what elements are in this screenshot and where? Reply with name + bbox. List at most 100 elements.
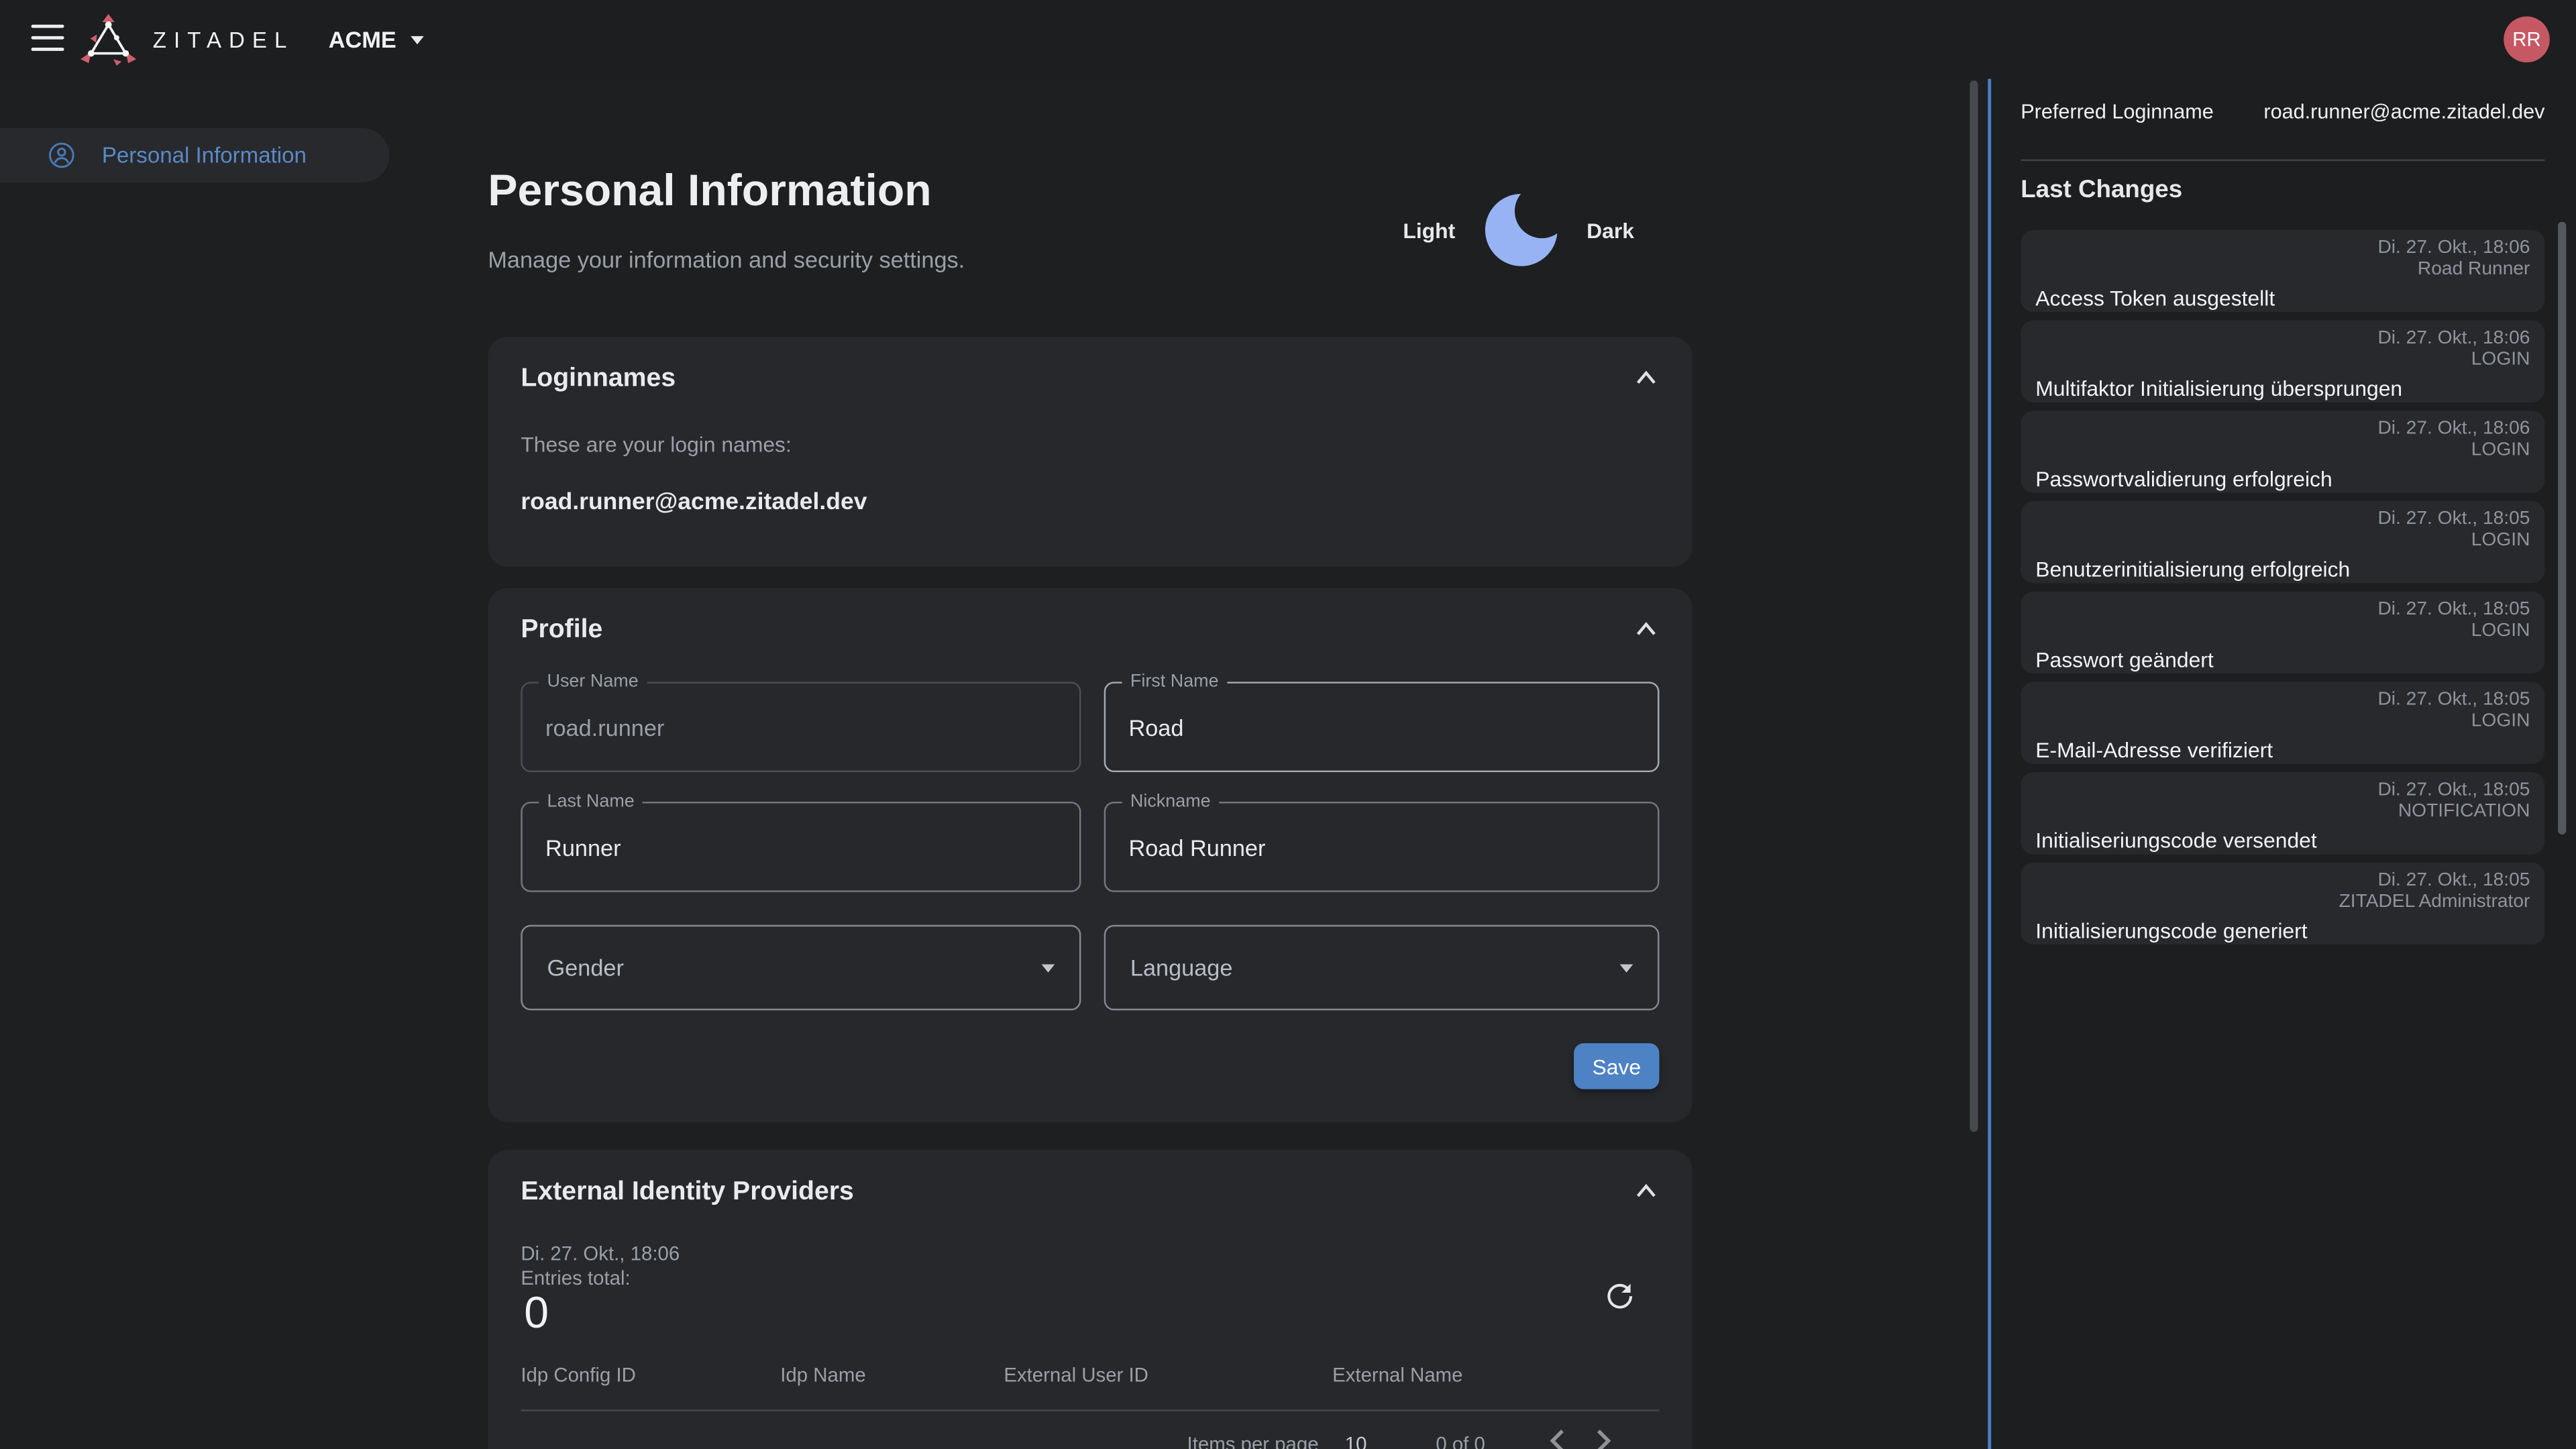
change-list-item[interactable]: Di. 27. Okt., 18:06 LOGIN Multifaktor In… bbox=[2021, 321, 2544, 402]
change-list-item[interactable]: Di. 27. Okt., 18:05 LOGIN E-Mail-Adresse… bbox=[2021, 682, 2544, 763]
refresh-icon bbox=[1603, 1279, 1636, 1312]
top-bar: ZITADEL ACME RR bbox=[0, 0, 2576, 79]
chevron-down-icon bbox=[411, 36, 425, 44]
loginnames-card-title: Loginnames bbox=[521, 365, 676, 394]
nickname-input[interactable] bbox=[1106, 804, 1658, 891]
last-changes-title: Last Changes bbox=[2021, 176, 2182, 204]
change-list-item[interactable]: Di. 27. Okt., 18:05 NOTIFICATION Initial… bbox=[2021, 772, 2544, 854]
moon-icon[interactable] bbox=[1483, 193, 1559, 268]
change-event: E-Mail-Adresse verifiziert bbox=[2035, 738, 2530, 764]
change-event: Access Token ausgestellt bbox=[2035, 286, 2530, 312]
change-event: Multifaktor Initialisierung übersprungen bbox=[2035, 376, 2530, 402]
lastname-label: Last Name bbox=[539, 792, 643, 811]
change-event: Initialisierungscode generiert bbox=[2035, 918, 2530, 945]
zitadel-console: ZITADEL ACME RR Personal Information Per… bbox=[0, 0, 2576, 1449]
sidebar-scrollbar-thumb[interactable] bbox=[2558, 222, 2566, 835]
chevron-up-icon[interactable] bbox=[1635, 621, 1658, 637]
user-detail-sidebar: Preferred Loginname road.runner@acme.zit… bbox=[1988, 79, 2576, 1449]
preferred-loginname-row: Preferred Loginname road.runner@acme.zit… bbox=[2021, 100, 2544, 123]
change-timestamp: Di. 27. Okt., 18:05 bbox=[2035, 690, 2530, 712]
lastname-input[interactable] bbox=[523, 804, 1079, 891]
page-title: Personal Information bbox=[488, 166, 931, 217]
theme-light-label[interactable]: Light bbox=[1403, 217, 1455, 242]
gender-select-label: Gender bbox=[547, 955, 624, 981]
dropdown-arrow-icon bbox=[1042, 963, 1055, 971]
items-per-page-label: Items per page bbox=[1187, 1432, 1319, 1449]
change-list-item[interactable]: Di. 27. Okt., 18:06 Road Runner Access T… bbox=[2021, 230, 2544, 312]
idps-timestamp: Di. 27. Okt., 18:06 bbox=[521, 1242, 680, 1265]
change-actor: NOTIFICATION bbox=[2035, 802, 2530, 823]
change-list-item[interactable]: Di. 27. Okt., 18:05 ZITADEL Administrato… bbox=[2021, 863, 2544, 945]
chevron-right-icon bbox=[1595, 1430, 1611, 1449]
change-actor: LOGIN bbox=[2035, 711, 2530, 733]
gender-select[interactable]: Gender bbox=[521, 925, 1081, 1010]
username-input[interactable] bbox=[523, 684, 1079, 771]
nickname-field-wrap: Nickname bbox=[1104, 802, 1660, 892]
firstname-label: First Name bbox=[1122, 672, 1227, 692]
save-button[interactable]: Save bbox=[1574, 1043, 1659, 1089]
change-actor: LOGIN bbox=[2035, 350, 2530, 372]
preferred-loginname-value: road.runner@acme.zitadel.dev bbox=[2263, 100, 2544, 123]
theme-toggle[interactable]: Light Dark bbox=[1403, 191, 1634, 270]
loginname-value: road.runner@acme.zitadel.dev bbox=[521, 490, 867, 516]
menu-icon[interactable] bbox=[32, 25, 64, 53]
column-header-external-name: External Name bbox=[1332, 1364, 1462, 1387]
change-timestamp: Di. 27. Okt., 18:05 bbox=[2035, 780, 2530, 802]
org-switcher[interactable]: ACME bbox=[329, 0, 425, 79]
org-name: ACME bbox=[329, 26, 396, 52]
change-event: Passwortvalidierung erfolgreich bbox=[2035, 467, 2530, 493]
chevron-up-icon[interactable] bbox=[1635, 370, 1658, 386]
change-actor: Road Runner bbox=[2035, 260, 2530, 281]
avatar-initials: RR bbox=[2512, 28, 2540, 51]
language-select-label: Language bbox=[1130, 955, 1233, 981]
column-header-idp-config-id: Idp Config ID bbox=[521, 1364, 636, 1387]
change-timestamp: Di. 27. Okt., 18:06 bbox=[2035, 419, 2530, 440]
loginnames-card: Loginnames These are your login names: r… bbox=[488, 337, 1692, 567]
change-timestamp: Di. 27. Okt., 18:05 bbox=[2035, 600, 2530, 621]
language-select[interactable]: Language bbox=[1104, 925, 1660, 1010]
preferred-loginname-label: Preferred Loginname bbox=[2021, 100, 2214, 123]
page-size-select[interactable]: 10 bbox=[1345, 1432, 1367, 1449]
change-timestamp: Di. 27. Okt., 18:05 bbox=[2035, 871, 2530, 892]
entries-total-value: 0 bbox=[524, 1288, 549, 1339]
change-actor: LOGIN bbox=[2035, 531, 2530, 552]
next-page-button[interactable] bbox=[1595, 1430, 1611, 1449]
change-list-item[interactable]: Di. 27. Okt., 18:05 LOGIN Passwort geänd… bbox=[2021, 592, 2544, 674]
change-actor: LOGIN bbox=[2035, 621, 2530, 643]
external-idps-card: External Identity Providers Di. 27. Okt.… bbox=[488, 1150, 1692, 1449]
column-header-external-user-id: External User ID bbox=[1004, 1364, 1148, 1387]
firstname-field-wrap: First Name bbox=[1104, 682, 1660, 772]
chevron-up-icon[interactable] bbox=[1635, 1183, 1658, 1199]
column-header-idp-name: Idp Name bbox=[780, 1364, 865, 1387]
username-label: User Name bbox=[539, 672, 647, 692]
profile-card: Profile User Name First Name Last Name N… bbox=[488, 588, 1692, 1122]
change-event: Benutzerinitialisierung erfolgreich bbox=[2035, 557, 2530, 583]
firstname-input[interactable] bbox=[1106, 684, 1658, 771]
brand-wordmark: ZITADEL bbox=[153, 27, 294, 52]
main-scrollbar-thumb[interactable] bbox=[1970, 80, 1978, 1132]
entries-total-label: Entries total: bbox=[521, 1267, 630, 1289]
change-timestamp: Di. 27. Okt., 18:06 bbox=[2035, 329, 2530, 350]
change-timestamp: Di. 27. Okt., 18:05 bbox=[2035, 509, 2530, 531]
user-avatar[interactable]: RR bbox=[2504, 16, 2550, 62]
change-list-item[interactable]: Di. 27. Okt., 18:06 LOGIN Passwortvalidi… bbox=[2021, 411, 2544, 492]
chevron-left-icon bbox=[1549, 1430, 1565, 1449]
refresh-button[interactable] bbox=[1600, 1278, 1640, 1318]
account-circle-icon bbox=[48, 142, 76, 170]
divider bbox=[2021, 160, 2544, 161]
sidebar-item-label: Personal Information bbox=[102, 143, 307, 168]
page-subtitle: Manage your information and security set… bbox=[488, 246, 965, 272]
change-actor: LOGIN bbox=[2035, 440, 2530, 462]
previous-page-button[interactable] bbox=[1549, 1430, 1565, 1449]
change-event: Passwort geändert bbox=[2035, 647, 2530, 674]
sidebar-item-personal-information[interactable]: Personal Information bbox=[0, 128, 389, 182]
change-event: Initialiseriungscode versendet bbox=[2035, 828, 2530, 854]
zitadel-logo[interactable]: ZITADEL bbox=[79, 5, 294, 74]
table-divider bbox=[521, 1409, 1659, 1411]
change-actor: ZITADEL Administrator bbox=[2035, 892, 2530, 914]
change-list-item[interactable]: Di. 27. Okt., 18:05 LOGIN Benutzerinitia… bbox=[2021, 501, 2544, 583]
theme-dark-label[interactable]: Dark bbox=[1587, 217, 1634, 242]
loginnames-description: These are your login names: bbox=[521, 432, 792, 457]
nickname-label: Nickname bbox=[1122, 792, 1219, 811]
dropdown-arrow-icon bbox=[1620, 963, 1633, 971]
